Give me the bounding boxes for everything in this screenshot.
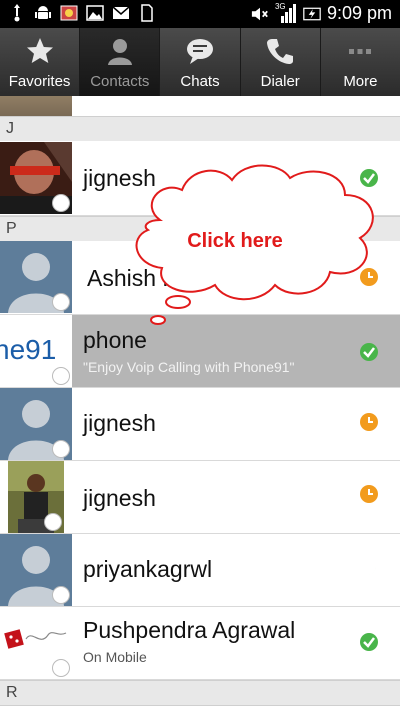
- tab-more[interactable]: More: [320, 28, 400, 96]
- idle-status-icon: [360, 560, 378, 578]
- status-bar: 3G 9:09 pm: [0, 0, 400, 28]
- avatar: [0, 607, 72, 679]
- mail-icon: [112, 4, 130, 22]
- tab-chats[interactable]: Chats: [160, 28, 241, 96]
- away-status-icon: [360, 485, 378, 503]
- contact-row[interactable]: Ashish Rajak: [0, 241, 400, 315]
- away-status-icon: [360, 413, 378, 431]
- tab-label: Favorites: [8, 73, 71, 90]
- clock: 9:09 pm: [326, 3, 392, 23]
- chat-badge-icon: [44, 513, 62, 531]
- section-header-p: P: [0, 216, 400, 242]
- tab-dialer[interactable]: Dialer: [240, 28, 321, 96]
- contact-row[interactable]: jignesh: [0, 388, 400, 461]
- chat-badge-icon: [52, 659, 70, 677]
- chat-badge-icon: [52, 440, 70, 458]
- avatar: [0, 388, 72, 460]
- contact-row[interactable]: priyankagrwl: [0, 534, 400, 607]
- mute-icon: [251, 5, 269, 23]
- sd-card-icon: [138, 4, 156, 22]
- chat-badge-icon: [52, 367, 70, 385]
- android-icon: [34, 4, 52, 22]
- tab-label: More: [343, 73, 378, 90]
- signal-icon: 3G: [275, 2, 297, 24]
- tab-label: Contacts: [90, 73, 150, 90]
- list-item-partial[interactable]: [0, 96, 400, 117]
- contact-name: priyankagrwl: [83, 556, 213, 582]
- chat-badge-icon: [52, 194, 70, 212]
- phone-handset-icon: [265, 36, 295, 66]
- contact-row-selected[interactable]: ne91 phone "Enjoy Voip Calling with Phon…: [0, 315, 400, 388]
- tab-favorites[interactable]: Favorites: [0, 28, 81, 96]
- chat-badge-icon: [52, 586, 70, 604]
- section-letter: J: [6, 120, 14, 137]
- tab-bar: Favorites Contacts Chats Dialer More: [0, 28, 400, 96]
- contact-name: Ashish Rajak: [87, 265, 222, 291]
- image-icon: [86, 4, 104, 22]
- tab-label: Dialer: [260, 73, 300, 90]
- contact-name: jignesh: [83, 410, 156, 436]
- contact-status-message: "Enjoy Voip Calling with Phone91": [83, 359, 295, 375]
- section-header-r: R: [0, 680, 400, 706]
- battery-icon: [303, 5, 321, 23]
- avatar: [8, 461, 64, 533]
- avatar: [0, 96, 72, 116]
- contact-row[interactable]: jignesh: [0, 461, 400, 534]
- avatar: [0, 241, 72, 313]
- contact-status-message: On Mobile: [83, 649, 147, 665]
- section-letter: R: [6, 684, 18, 701]
- chat-bubble-icon: [185, 36, 215, 66]
- person-icon: [105, 36, 135, 66]
- tab-contacts[interactable]: Contacts: [80, 28, 161, 96]
- tab-label: Chats: [180, 73, 220, 90]
- available-status-icon: [360, 633, 378, 651]
- contact-name: Pushpendra Agrawal: [83, 617, 296, 643]
- svg-text:ne91: ne91: [0, 334, 56, 365]
- available-status-icon: [360, 343, 378, 361]
- chat-badge-icon: [52, 293, 70, 311]
- contact-row[interactable]: Pushpendra Agrawal On Mobile: [0, 607, 400, 680]
- avatar: [0, 142, 72, 214]
- more-icon: [345, 36, 375, 66]
- contact-name: phone: [83, 327, 147, 353]
- usb-icon: [8, 4, 26, 22]
- star-icon: [25, 36, 55, 66]
- section-letter: P: [6, 220, 17, 237]
- away-status-icon: [360, 268, 378, 286]
- avatar: [0, 534, 72, 606]
- avatar: ne91: [0, 315, 72, 387]
- available-status-icon: [360, 169, 378, 187]
- gallery-icon: [60, 4, 78, 22]
- section-header-j: J: [0, 116, 400, 142]
- contact-name: jignesh: [83, 165, 156, 191]
- contact-list[interactable]: J jignesh P Ashish Rajak ne91 phone "Enj…: [0, 96, 400, 711]
- contact-row[interactable]: jignesh: [0, 141, 400, 216]
- contact-name: jignesh: [83, 485, 156, 511]
